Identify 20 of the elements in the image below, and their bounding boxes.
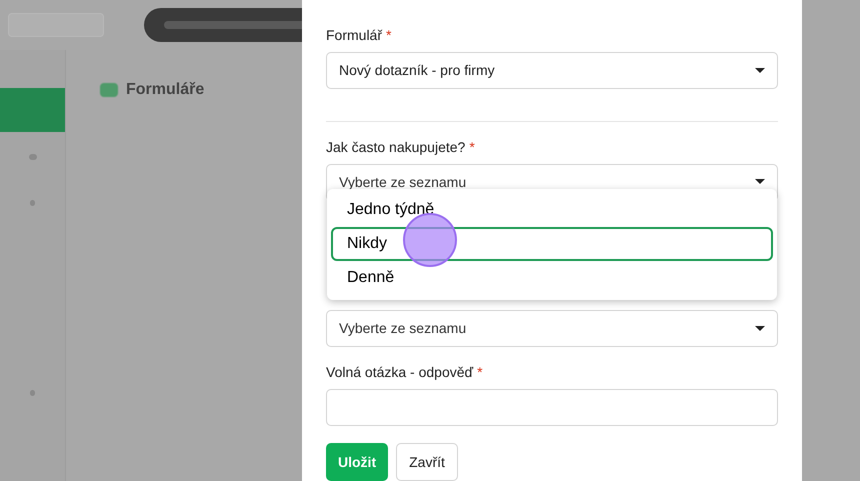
input-field[interactable] (326, 389, 778, 426)
required-mark: * (469, 138, 475, 156)
form-icon (100, 83, 118, 97)
sidebar-icon[interactable] (30, 200, 35, 206)
page-title: Formuláře (126, 80, 204, 100)
field-label: Volná otázka - odpověď (326, 363, 474, 381)
caret-icon (755, 179, 765, 186)
field-label: Formulář (326, 26, 382, 44)
select-field[interactable]: Vyberte ze seznamu (326, 310, 778, 347)
required-mark: * (477, 363, 483, 381)
select-field[interactable]: Nový dotazník - pro firmy (326, 52, 778, 89)
sidebar-icon[interactable] (28, 154, 36, 160)
close-button[interactable]: Zavřít (396, 443, 458, 481)
field-label: Jak často nakupujete? (326, 138, 466, 156)
required-mark: * (386, 26, 392, 44)
caret-icon (755, 326, 765, 332)
sidebar-icon[interactable] (30, 390, 35, 396)
caret-icon (755, 68, 765, 74)
add-button[interactable] (0, 88, 65, 132)
dropdown-option[interactable]: Denně (331, 261, 773, 295)
